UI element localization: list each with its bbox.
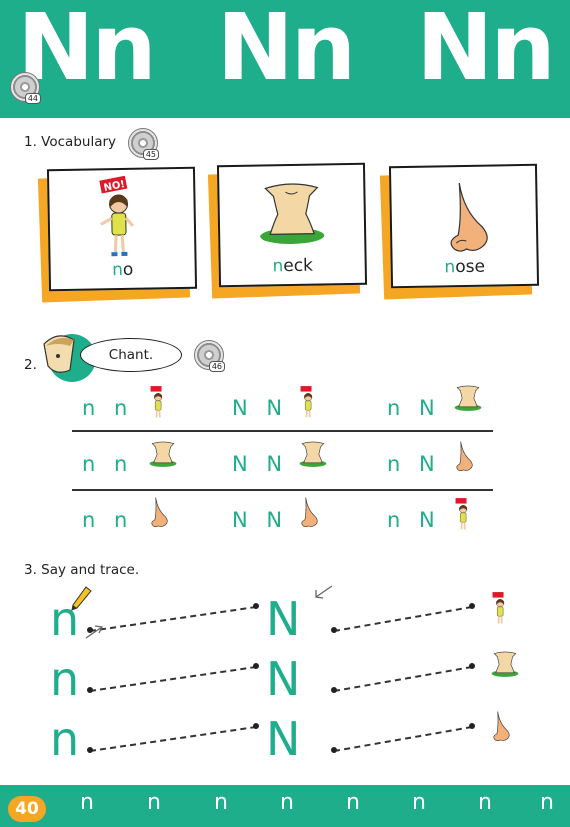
trace-start-dot [253, 663, 259, 669]
footer-letter: n [80, 790, 94, 815]
divider [72, 430, 493, 432]
vocab-card-neck: neck [207, 162, 374, 299]
trace-start-dot [253, 603, 259, 609]
trace-uppercase-letter: N [266, 712, 301, 766]
pencil-icon [70, 586, 92, 616]
vocab-card-nose: nose [379, 163, 546, 300]
chant-letters: N N [232, 452, 289, 476]
footer-letter: n [478, 790, 492, 815]
direction-arrow-icon [84, 624, 106, 644]
chant-letters: N N [232, 508, 289, 532]
trace-start-dot [87, 747, 93, 753]
trace-lowercase-letter: n [50, 712, 80, 766]
trace-start-dot [331, 627, 337, 633]
chant-letters: n N [387, 452, 441, 476]
girl-no-icon [453, 496, 475, 538]
audio-cd-icon[interactable]: 46 [194, 340, 225, 372]
footer-letter: n [280, 790, 294, 815]
trace-start-dot [469, 723, 475, 729]
vocab-card-no: NO! no [37, 166, 204, 303]
nose-icon [490, 710, 514, 748]
nose-icon [453, 440, 477, 478]
footer-letter: n [346, 790, 360, 815]
vocab-word: no [111, 259, 134, 281]
page-title: Nn Nn Nn [17, 0, 556, 101]
trace-uppercase-letter: N [266, 592, 301, 646]
girl-no-icon [490, 590, 512, 632]
chant-number: 2. [24, 357, 37, 373]
chant-letters: n N [387, 396, 441, 420]
trace-dashed-line[interactable] [333, 666, 473, 692]
trace-start-dot [331, 687, 337, 693]
neck-icon [453, 384, 483, 416]
trace-dashed-line[interactable] [333, 726, 473, 752]
girl-no-icon [298, 384, 320, 426]
track-number: 45 [142, 149, 159, 160]
nose-icon [450, 182, 488, 252]
audio-cd-icon[interactable]: 45 [128, 128, 159, 160]
trace-dashed-line[interactable] [89, 606, 257, 632]
footer-letter: n [214, 790, 228, 815]
vocab-word: neck [272, 255, 314, 277]
trace-start-dot [253, 723, 259, 729]
chant-letters: n n [82, 396, 134, 420]
track-number: 46 [208, 361, 225, 372]
footer-letter: n [147, 790, 161, 815]
chant-letters: n n [82, 452, 134, 476]
neck-icon [298, 440, 328, 472]
trace-start-dot [469, 663, 475, 669]
page-number: 40 [8, 796, 46, 822]
vocab-word: nose [444, 256, 486, 278]
audio-cd-icon[interactable]: 44 [10, 72, 41, 104]
neck-icon [148, 440, 178, 472]
girl-no-icon [148, 384, 170, 426]
divider [72, 489, 493, 491]
chant-letters: n n [82, 508, 134, 532]
track-number: 44 [24, 93, 41, 104]
trace-dashed-line[interactable] [89, 726, 257, 752]
direction-arrow-icon [312, 584, 334, 604]
trace-title: 3. Say and trace. [24, 562, 140, 578]
neck-icon [490, 650, 520, 682]
footer-letter: n [540, 790, 554, 815]
vocabulary-title: 1. Vocabulary [24, 134, 117, 150]
trace-start-dot [469, 603, 475, 609]
page-header: Nn Nn Nn [0, 0, 570, 118]
neck-icon [260, 183, 325, 245]
trace-uppercase-letter: N [266, 652, 301, 706]
chant-bubble: Chant. [80, 338, 182, 372]
footer-letter: n [412, 790, 426, 815]
trace-start-dot [87, 687, 93, 693]
trace-dashed-line[interactable] [89, 666, 257, 692]
trace-start-dot [331, 747, 337, 753]
nose-icon [148, 496, 172, 534]
trace-lowercase-letter: n [50, 652, 80, 706]
girl-no-icon: NO! [99, 175, 135, 257]
chant-letters: N N [232, 396, 289, 420]
nose-icon [298, 496, 322, 534]
trace-dashed-line[interactable] [333, 606, 473, 632]
chant-letters: n N [387, 508, 441, 532]
